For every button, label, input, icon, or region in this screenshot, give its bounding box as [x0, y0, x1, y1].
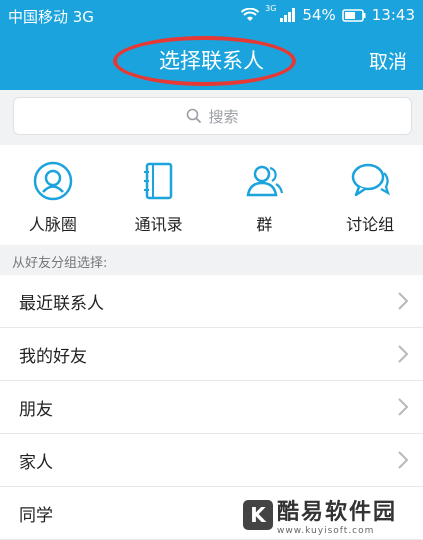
search-input[interactable]: 搜索 [13, 97, 412, 135]
chat-bubbles-icon [351, 163, 391, 197]
search-bar: 搜索 [0, 90, 423, 145]
group-icon [246, 165, 284, 197]
quick-entry-groups[interactable]: 群 [212, 145, 318, 245]
list-item[interactable]: 朋友 [0, 381, 423, 434]
red-highlight-ellipse [113, 36, 296, 86]
cancel-button[interactable]: 取消 [369, 47, 407, 74]
signal-icon [280, 8, 296, 22]
carrier-label: 中国移动 3G [8, 8, 94, 26]
network-type-label: 3G [265, 4, 277, 13]
status-icons: 3G 54% 13:43 [241, 4, 415, 24]
group-name: 家人 [19, 453, 53, 473]
address-book-icon [143, 162, 172, 200]
watermark-logo: K [243, 500, 273, 530]
group-name: 同学 [19, 506, 53, 526]
group-name: 朋友 [19, 400, 53, 420]
watermark-url: www.kuyisoft.com [277, 526, 375, 536]
search-placeholder: 搜索 [208, 107, 239, 126]
site-watermark: K 酷易软件园 www.kuyisoft.com [243, 492, 415, 538]
list-item[interactable]: 我的好友 [0, 328, 423, 381]
chevron-right-icon [398, 345, 409, 363]
status-bar: 中国移动 3G 3G 54% 13:43 [0, 0, 423, 30]
battery-percent: 54% [302, 6, 336, 24]
person-circle-icon [33, 161, 73, 201]
group-name: 最近联系人 [19, 294, 104, 314]
quick-entry-discussion[interactable]: 讨论组 [317, 145, 423, 245]
quick-entry-label: 通讯录 [134, 215, 183, 234]
clock: 13:43 [371, 6, 415, 24]
quick-entry-label: 人脉圈 [28, 215, 77, 234]
wifi-icon [241, 8, 260, 21]
watermark-title: 酷易软件园 [277, 500, 398, 525]
group-name: 我的好友 [19, 347, 87, 367]
list-item[interactable]: 最近联系人 [0, 275, 423, 328]
section-header: 从好友分组选择: [0, 245, 423, 275]
chevron-right-icon [398, 451, 409, 469]
quick-entry-row: 人脉圈 通讯录 群 讨论组 [0, 145, 423, 245]
list-item[interactable]: 家人 [0, 434, 423, 487]
chevron-right-icon [398, 292, 409, 310]
watermark-text: 酷易软件园 www.kuyisoft.com [277, 494, 397, 536]
quick-entry-renmaiquan[interactable]: 人脉圈 [0, 145, 106, 245]
quick-entry-contacts[interactable]: 通讯录 [106, 145, 212, 245]
chevron-right-icon [398, 398, 409, 416]
battery-icon [341, 8, 366, 22]
quick-entry-label: 群 [256, 215, 273, 234]
quick-entry-label: 讨论组 [346, 215, 395, 234]
search-icon [187, 108, 202, 124]
section-title: 从好友分组选择: [12, 256, 108, 271]
